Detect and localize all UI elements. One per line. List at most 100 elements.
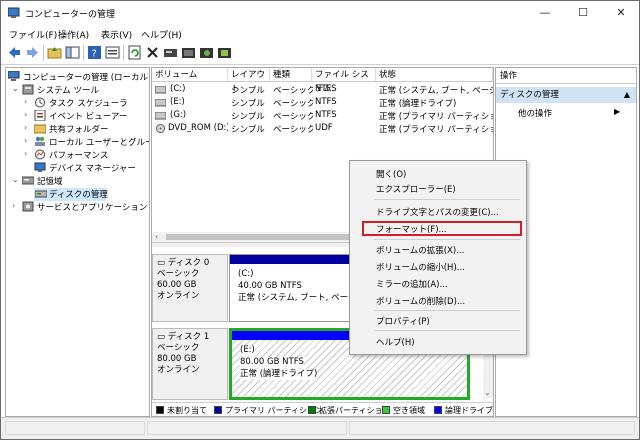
status-cell [5, 421, 145, 435]
tree-item-system-tools[interactable]: ⌄ システム ツール [12, 84, 148, 97]
volume-row[interactable]: (E:) シンプル ベーシック NTFS 正常 (論理ドライブ) [152, 97, 493, 110]
menu-file[interactable]: ファイル(F) [9, 28, 57, 41]
volume-type: ベーシック [273, 99, 313, 109]
menu-action[interactable]: 操作(A) [58, 28, 89, 41]
chevron-right-icon[interactable]: › [24, 123, 32, 132]
tree-item-storage[interactable]: ⌄ 記憶域 [12, 175, 148, 188]
volume-type: ベーシック [273, 112, 313, 122]
menu-item-explorer[interactable]: エクスプローラー(E) [376, 183, 456, 195]
properties-icon[interactable] [105, 45, 120, 60]
disk-state: オンライン [157, 291, 200, 301]
disk-size: 80.00 GB [157, 354, 197, 364]
volume-filesystem: NTFS [315, 84, 337, 94]
volume-layout: シンプル [231, 125, 265, 135]
volume-row[interactable]: (G:) シンプル ベーシック NTFS 正常 (プライマリ パーティション) [152, 110, 493, 123]
computer-management-icon [7, 7, 20, 22]
menu-separator [374, 330, 520, 331]
disk-name: ▭ ディスク 1 [157, 332, 210, 342]
column-header-filesystem[interactable]: ファイル システム [312, 68, 376, 94]
toolbar: ? [1, 42, 639, 65]
scroll-thumb[interactable] [166, 234, 350, 240]
event-log-icon [34, 109, 46, 122]
forward-icon[interactable] [25, 45, 40, 60]
computer-management-icon [7, 70, 20, 82]
status-cell [147, 421, 347, 435]
help-icon[interactable]: ? [87, 45, 102, 60]
tree-item-local-users[interactable]: › ローカル ユーザーとグループ [24, 136, 149, 149]
disk-icon[interactable] [163, 45, 178, 60]
chevron-right-icon[interactable]: › [24, 110, 32, 119]
back-icon[interactable] [7, 45, 22, 60]
delete-icon[interactable] [145, 45, 160, 60]
chevron-right-icon[interactable]: › [12, 201, 20, 210]
search-icon[interactable] [199, 45, 214, 60]
tree-item-device-manager[interactable]: デバイス マネージャー [24, 162, 148, 175]
tree-label: パフォーマンス [49, 151, 109, 161]
clock-icon [34, 97, 46, 108]
menu-item-delete[interactable]: ボリュームの削除(D)... [376, 295, 465, 307]
disk-icon: ▭ [157, 332, 166, 342]
users-icon [34, 136, 46, 147]
volume-name: (C:) [170, 84, 186, 94]
actions-header: 操作 [496, 68, 636, 84]
legend-item: 拡張パーティション [308, 405, 391, 416]
menu-item-shrink[interactable]: ボリュームの縮小(H)... [376, 261, 465, 273]
menu-item-help[interactable]: ヘルプ(H) [376, 336, 415, 348]
actions-section-disk-management[interactable]: ディスクの管理 ▲ [496, 87, 636, 103]
menu-help[interactable]: ヘルプ(H) [141, 28, 182, 41]
tree-item-services[interactable]: › サービスとアプリケーション [12, 201, 148, 214]
open-icon[interactable] [181, 45, 196, 60]
legend-swatch [156, 406, 164, 414]
computer-management-window: コンピューターの管理 — ☐ ✕ ファイル(F) 操作(A) 表示(V) ヘルプ… [0, 0, 640, 440]
disk-info: ▭ ディスク 1 ベーシック 80.00 GB オンライン [152, 328, 228, 400]
menu-view[interactable]: 表示(V) [101, 28, 132, 41]
legend: 未割り当て プライマリ パーティション 拡張パーティション 空き領域 論理ドライ… [152, 402, 493, 416]
toolbar-separator [123, 45, 124, 61]
menu-item-open[interactable]: 開く(O) [376, 168, 406, 180]
settings-icon[interactable] [217, 45, 232, 60]
volume-layout: シンプル [231, 86, 265, 96]
tree-label: デバイス マネージャー [49, 164, 136, 174]
legend-item: 空き領域 [382, 405, 425, 416]
tree-item-disk-management[interactable]: ディスクの管理 [34, 188, 108, 201]
tree-item-shared-folders[interactable]: › 共有フォルダー [24, 123, 148, 136]
legend-swatch [308, 406, 316, 414]
tree-item-root[interactable]: コンピューターの管理 (ローカル) [7, 70, 149, 84]
shared-folder-icon [33, 123, 47, 134]
chevron-down-icon[interactable]: ⌄ [12, 175, 20, 184]
drive-icon [155, 97, 167, 110]
more-actions-item[interactable]: 他の操作 ▶ [518, 107, 620, 119]
scroll-down-icon[interactable]: ⌄ [484, 388, 491, 397]
volume-row[interactable]: DVD_ROM (D:) シンプル ベーシック UDF 正常 (プライマリ パー… [152, 123, 493, 136]
column-header-type[interactable]: 種類 [270, 68, 312, 82]
maximize-button[interactable]: ☐ [567, 1, 599, 25]
close-button[interactable]: ✕ [605, 1, 637, 25]
partition-status: 正常 (論理ドライブ) [240, 369, 318, 380]
refresh-icon[interactable] [127, 45, 142, 60]
chevron-right-icon[interactable]: › [24, 136, 32, 145]
show-tree-icon[interactable] [65, 45, 80, 60]
volume-row[interactable]: (C:) シンプル ベーシック NTFS 正常 (システム, ブート, ページ … [152, 84, 493, 97]
chevron-right-icon[interactable]: › [24, 97, 32, 106]
menu-item-extend[interactable]: ボリュームの拡張(X)... [376, 244, 464, 256]
collapse-icon[interactable]: ▲ [624, 87, 630, 103]
tree-item-performance[interactable]: › パフォーマンス [24, 149, 148, 162]
chevron-down-icon[interactable]: ⌄ [12, 84, 20, 93]
volume-status: 正常 (プライマリ パーティション) [379, 112, 493, 122]
menu-item-add-mirror[interactable]: ミラーの追加(A)... [376, 278, 448, 290]
minimize-button[interactable]: — [529, 1, 561, 25]
chevron-right-icon[interactable]: › [24, 149, 32, 158]
volume-name: (E:) [170, 97, 185, 107]
tree-item-task-scheduler[interactable]: › タスク スケジューラ [24, 97, 148, 110]
column-header-volume[interactable]: ボリューム [152, 68, 228, 82]
menu-item-change-drive-letter[interactable]: ドライブ文字とパスの変更(C)... [376, 206, 499, 218]
tree-item-event-viewer[interactable]: › イベント ビューアー [24, 109, 148, 123]
menu-item-properties[interactable]: プロパティ(P) [376, 315, 430, 327]
column-header-layout[interactable]: レイアウト [228, 68, 270, 94]
legend-item: 論理ドライブ [434, 405, 493, 416]
up-folder-icon[interactable] [47, 45, 62, 60]
column-header-status[interactable]: 状態 [376, 68, 493, 82]
drive-icon [155, 110, 167, 123]
disk-info: ▭ ディスク 0 ベーシック 60.00 GB オンライン [152, 254, 228, 322]
scroll-left-icon[interactable]: ‹ [155, 232, 158, 241]
